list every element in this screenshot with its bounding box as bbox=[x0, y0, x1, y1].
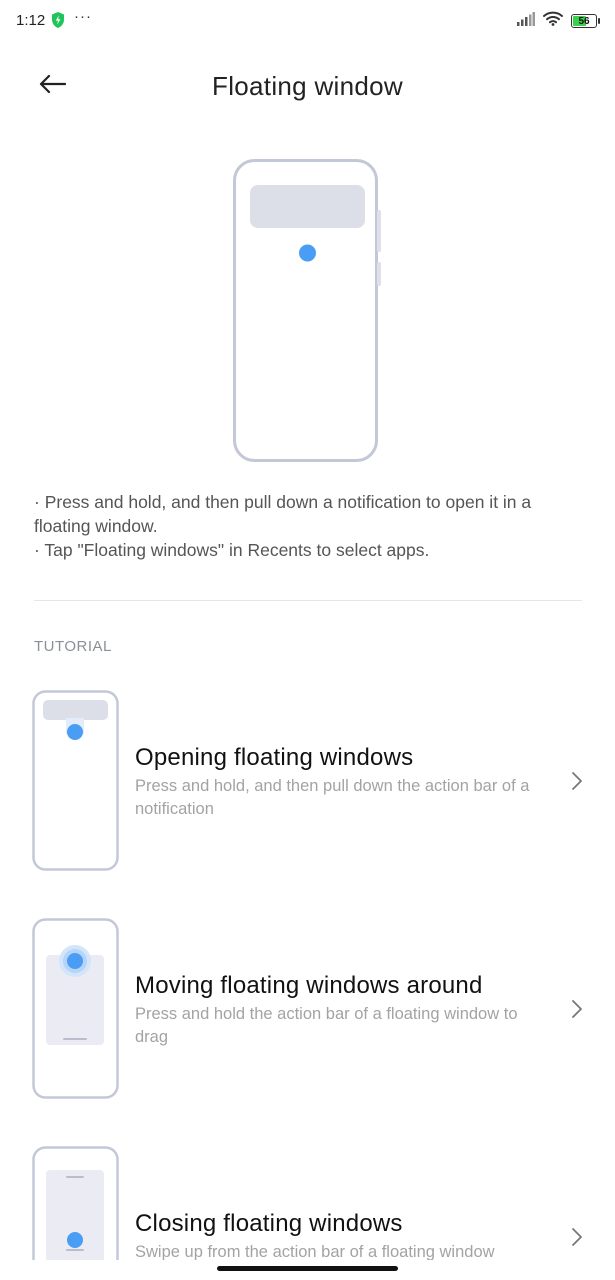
signal-icon bbox=[517, 11, 535, 31]
home-indicator[interactable] bbox=[217, 1266, 398, 1271]
description-line: · Tap "Floating windows" in Recents to s… bbox=[34, 540, 430, 560]
tutorial-title: Opening floating windows bbox=[135, 744, 414, 771]
tutorial-item-opening[interactable]: Opening floating windows Press and hold,… bbox=[0, 690, 615, 880]
battery-icon: 56 bbox=[571, 14, 600, 28]
status-time: 1:12 bbox=[16, 12, 46, 29]
closing-window-illustration bbox=[32, 1146, 120, 1260]
more-dots-icon: ··· bbox=[74, 8, 92, 25]
chevron-right-icon bbox=[568, 770, 586, 792]
description-line: · Press and hold, and then pull down a n… bbox=[34, 492, 532, 536]
tutorial-title: Closing floating windows bbox=[135, 1210, 403, 1237]
hero-phone-illustration bbox=[232, 158, 392, 473]
divider bbox=[34, 600, 582, 601]
wifi-icon bbox=[543, 11, 563, 31]
tutorial-title: Moving floating windows around bbox=[135, 972, 483, 999]
chevron-right-icon bbox=[568, 998, 586, 1020]
tutorial-item-closing[interactable]: Closing floating windows Swipe up from t… bbox=[0, 1146, 615, 1260]
tutorial-description: Swipe up from the action bar of a floati… bbox=[135, 1243, 495, 1260]
moving-window-illustration bbox=[32, 918, 120, 1105]
chevron-right-icon bbox=[568, 1226, 586, 1248]
battery-level: 56 bbox=[578, 15, 590, 27]
tutorial-description: Press and hold the action bar of a float… bbox=[135, 1005, 518, 1046]
status-bar: 1:12 ··· 56 bbox=[0, 0, 615, 42]
opening-window-illustration bbox=[32, 690, 120, 877]
description: · Press and hold, and then pull down a n… bbox=[34, 490, 586, 562]
tutorial-description: Press and hold, and then pull down the a… bbox=[135, 777, 530, 818]
tutorial-item-moving[interactable]: Moving floating windows around Press and… bbox=[0, 918, 615, 1108]
status-indicators: 56 bbox=[517, 11, 600, 31]
shield-lightning-icon bbox=[50, 11, 66, 34]
section-label-tutorial: TUTORIAL bbox=[34, 638, 112, 655]
page-title: Floating window bbox=[212, 71, 403, 101]
